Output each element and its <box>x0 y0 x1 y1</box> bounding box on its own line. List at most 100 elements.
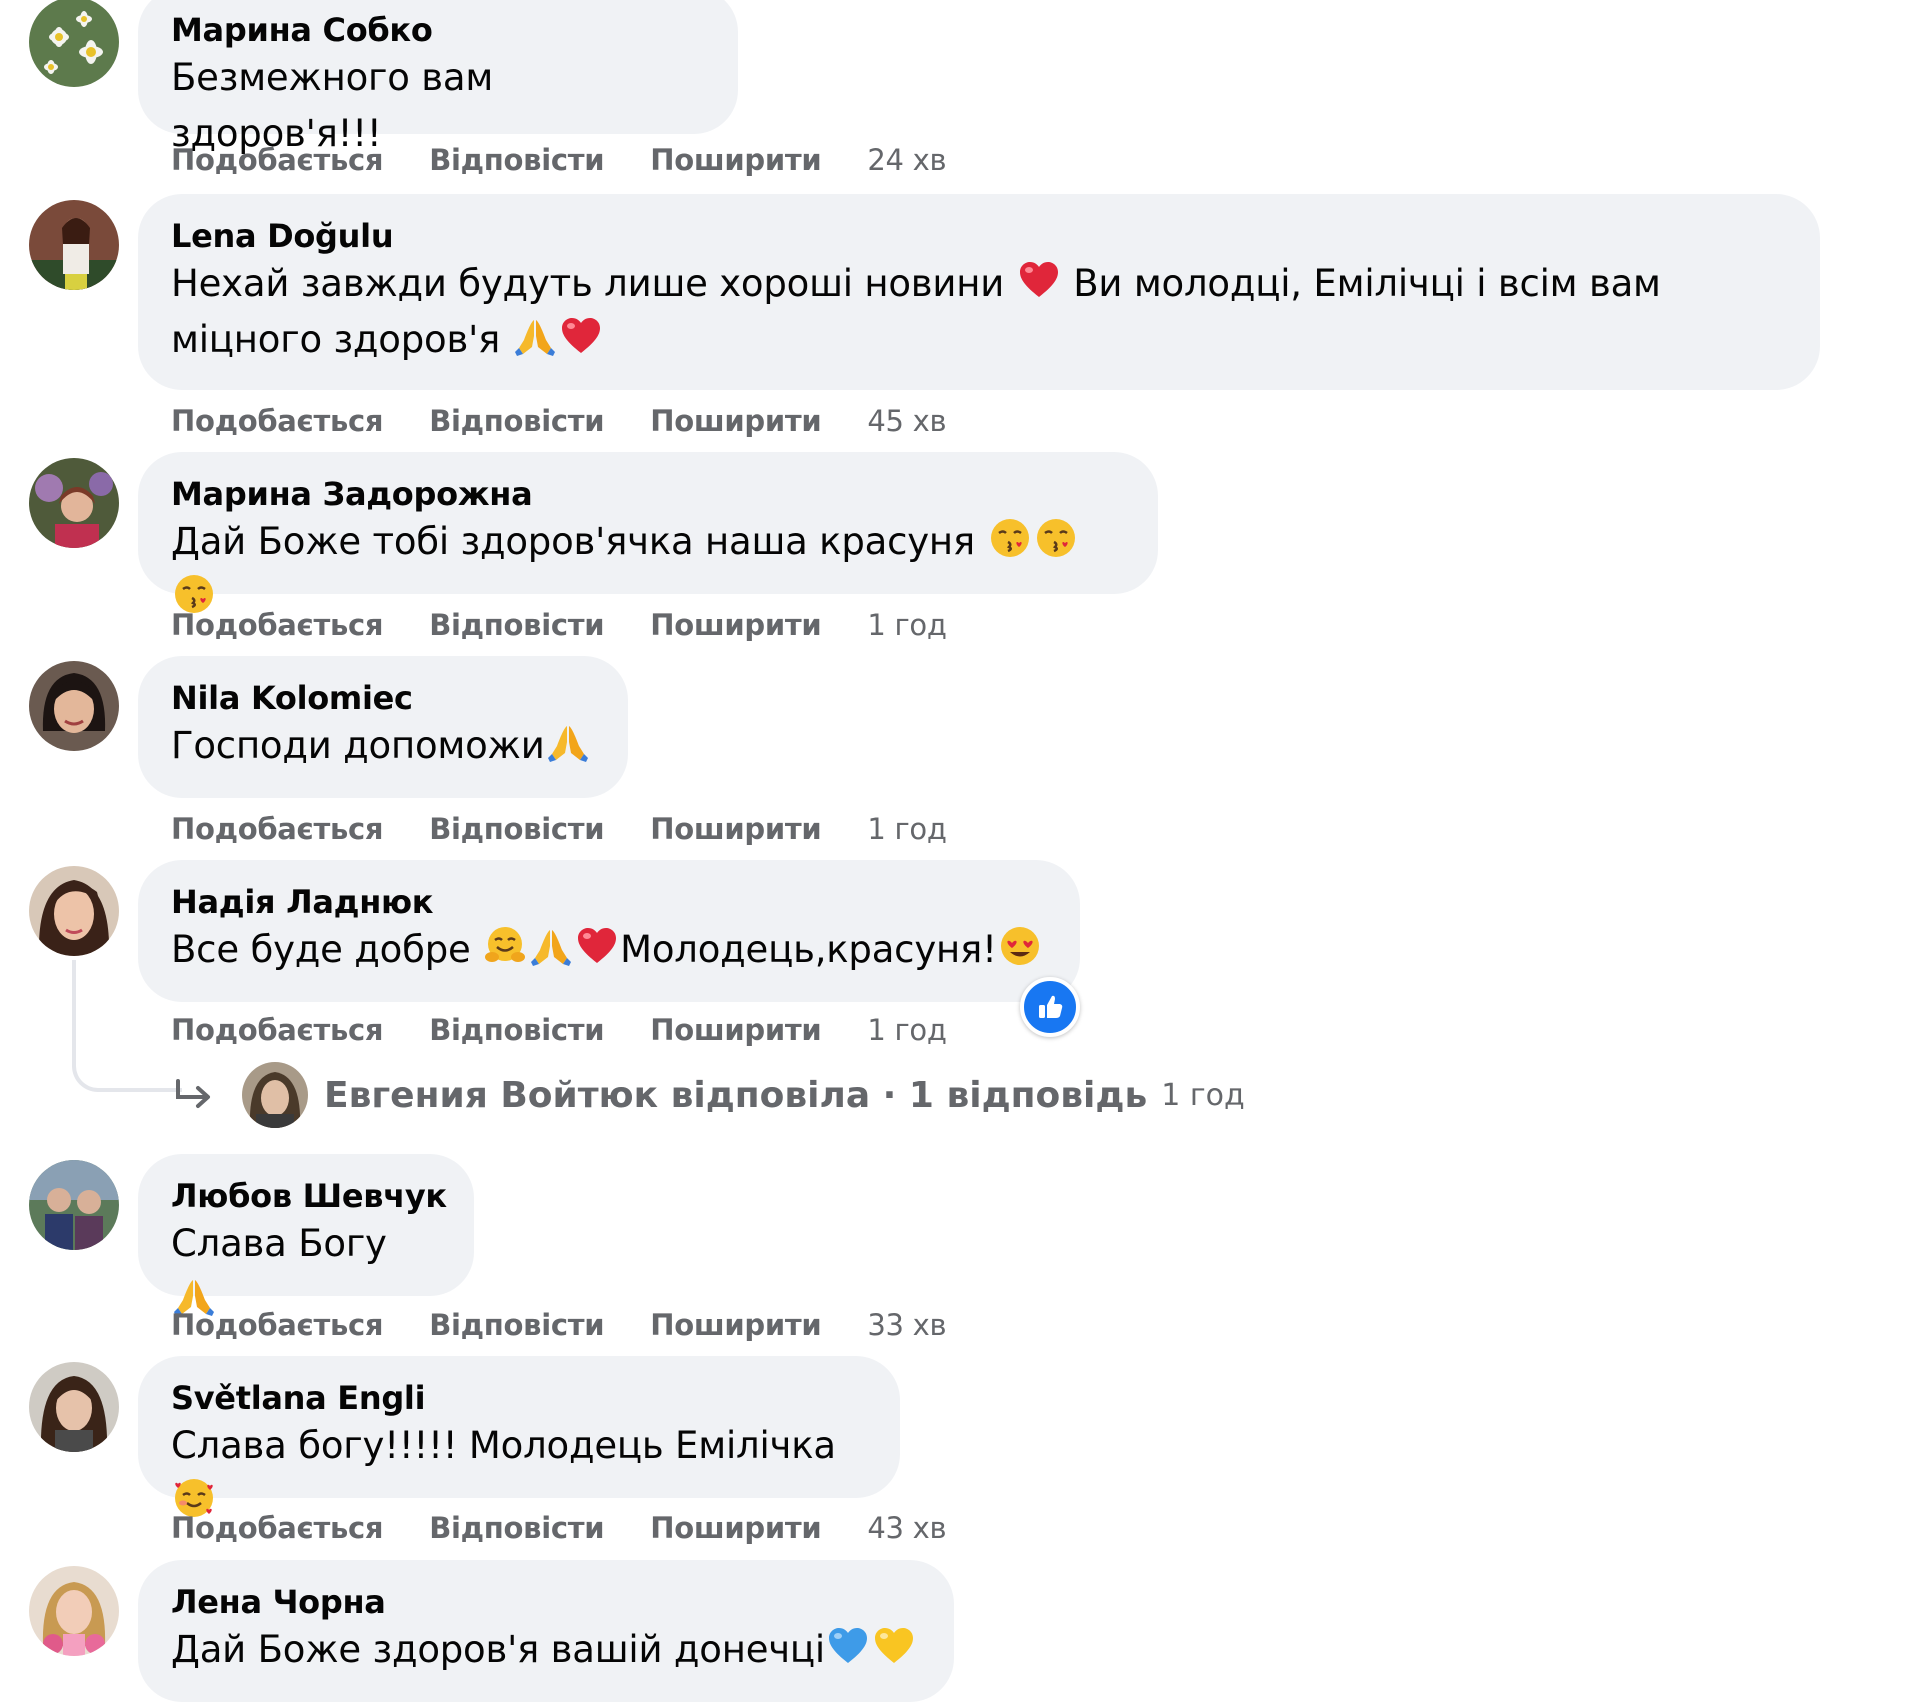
person-photo-avatar <box>29 1566 119 1656</box>
comment-text-part: Слава Богу <box>171 1222 387 1265</box>
person-photo-avatar <box>29 866 119 956</box>
comment-author[interactable]: Лена Чорна <box>171 1582 920 1622</box>
red-heart-emoji-icon <box>575 924 619 968</box>
view-replies-link[interactable]: Евгения Войтюк відповіла · 1 відповідь 1… <box>172 1062 1245 1128</box>
avatar[interactable] <box>29 1160 119 1250</box>
comment-author[interactable]: Světlana Engli <box>171 1378 866 1418</box>
comment-time[interactable]: 1 год <box>867 608 947 642</box>
hugging-face-emoji-icon <box>483 924 527 968</box>
comment-actions: Подобається Відповісти Поширити 1 год <box>171 1013 947 1047</box>
comment-author[interactable]: Любов Шевчук <box>171 1176 447 1216</box>
comment-actions: Подобається Відповісти Поширити 1 год <box>171 812 947 846</box>
avatar[interactable] <box>29 866 119 956</box>
comment-text-part: Нехай завжди будуть лише хороші новини <box>171 262 1005 305</box>
share-button[interactable]: Поширити <box>650 1511 821 1545</box>
comment-bubble: Марина Задорожна Дай Боже тобі здоров'яч… <box>138 452 1158 594</box>
comment-text: Дай Боже здоров'я вашій донечці <box>171 1622 920 1678</box>
like-button[interactable]: Подобається <box>171 1013 384 1047</box>
comment-author[interactable]: Nila Kolomiec <box>171 678 594 718</box>
reply-button[interactable]: Відповісти <box>429 608 604 642</box>
person-photo-avatar <box>29 661 119 751</box>
person-photo-avatar <box>242 1062 308 1128</box>
thumbs-up-icon <box>1039 995 1063 1018</box>
comment-text: Господи допоможи <box>171 718 594 774</box>
comment-actions: Подобається Відповісти Поширити 33 хв <box>171 1308 947 1342</box>
heart-eyes-emoji-icon <box>998 924 1042 968</box>
comment-text-part: Ви молодці, Емілічці і всім вам <box>1073 262 1661 305</box>
like-button[interactable]: Подобається <box>171 608 384 642</box>
blue-heart-emoji-icon <box>826 1624 870 1668</box>
reply-time[interactable]: 1 год <box>1161 1078 1244 1113</box>
like-button[interactable]: Подобається <box>171 404 384 438</box>
comment-time[interactable]: 1 год <box>867 812 947 846</box>
comment-text-part: Слава богу!!!!! Молодець Емілічка <box>171 1424 836 1467</box>
comment-actions: Подобається Відповісти Поширити 24 хв <box>171 143 947 177</box>
comment-text-part: Молодець,красуня! <box>620 928 997 971</box>
reply-button[interactable]: Відповісти <box>429 1308 604 1342</box>
comment-bubble: Надія Ладнюк Все буде добре Молодець,кра… <box>138 860 1080 1002</box>
person-photo-avatar <box>29 200 119 290</box>
praying-hands-emoji-icon <box>513 314 557 358</box>
avatar[interactable] <box>29 458 119 548</box>
like-reaction-badge[interactable] <box>1020 977 1080 1037</box>
comment-bubble: Světlana Engli Слава богу!!!!! Молодець … <box>138 1356 900 1498</box>
reply-button[interactable]: Відповісти <box>429 1511 604 1545</box>
comment-text-part: міцного здоров'я <box>171 318 501 361</box>
avatar[interactable] <box>29 1362 119 1452</box>
comment-author[interactable]: Марина Задорожна <box>171 474 1124 514</box>
comment-time[interactable]: 33 хв <box>867 1308 946 1342</box>
comment-author[interactable]: Lena Doğulu <box>171 216 1786 256</box>
reply-button[interactable]: Відповісти <box>429 1013 604 1047</box>
comment-time[interactable]: 24 хв <box>867 143 946 177</box>
share-button[interactable]: Поширити <box>650 404 821 438</box>
praying-hands-emoji-icon <box>529 924 573 968</box>
reply-button[interactable]: Відповісти <box>429 812 604 846</box>
share-button[interactable]: Поширити <box>650 1013 821 1047</box>
comment-time[interactable]: 45 хв <box>867 404 946 438</box>
like-button[interactable]: Подобається <box>171 812 384 846</box>
comment-text-part: Дай Боже здоров'я вашій донечці <box>171 1628 826 1671</box>
share-button[interactable]: Поширити <box>650 812 821 846</box>
share-button[interactable]: Поширити <box>650 143 821 177</box>
comment-bubble: Лена Чорна Дай Боже здоров'я вашій донеч… <box>138 1560 954 1702</box>
like-button[interactable]: Подобається <box>171 1308 384 1342</box>
reply-avatar[interactable] <box>242 1062 308 1128</box>
person-photo-avatar <box>29 1362 119 1452</box>
reply-button[interactable]: Відповісти <box>429 404 604 438</box>
comment-author[interactable]: Марина Собко <box>171 10 704 50</box>
comment-bubble: Lena Doğulu Нехай завжди будуть лише хор… <box>138 194 1820 390</box>
person-photo-avatar <box>29 458 119 548</box>
red-heart-emoji-icon <box>559 314 603 358</box>
reply-arrow-icon <box>176 1079 210 1108</box>
share-button[interactable]: Поширити <box>650 608 821 642</box>
avatar[interactable] <box>29 200 119 290</box>
person-photo-avatar <box>29 1160 119 1250</box>
comment-actions: Подобається Відповісти Поширити 43 хв <box>171 1511 947 1545</box>
avatar[interactable] <box>29 661 119 751</box>
reply-summary[interactable]: Евгения Войтюк відповіла · 1 відповідь <box>324 1075 1147 1116</box>
face-blowing-kiss-emoji-icon <box>988 516 1032 560</box>
like-button[interactable]: Подобається <box>171 143 384 177</box>
comment-text: Все буде добре Молодець,красуня! <box>171 922 1046 978</box>
share-button[interactable]: Поширити <box>650 1308 821 1342</box>
avatar[interactable] <box>29 1566 119 1656</box>
comment-bubble: Марина Собко Безмежного вам здоров'я!!! <box>138 0 738 155</box>
yellow-heart-emoji-icon <box>872 1624 916 1668</box>
comment-text-part: Все буде добре <box>171 928 471 971</box>
praying-hands-emoji-icon <box>546 720 590 764</box>
comment-actions: Подобається Відповісти Поширити 1 год <box>171 608 947 642</box>
comment-text: Нехай завжди будуть лише хороші новини В… <box>171 256 1786 368</box>
comment-time[interactable]: 1 год <box>867 1013 947 1047</box>
comment-text-part: Дай Боже тобі здоров'ячка наша красуня <box>171 520 975 563</box>
comment-bubble: Nila Kolomiec Господи допоможи <box>138 656 628 798</box>
red-heart-emoji-icon <box>1017 258 1061 302</box>
comment-author[interactable]: Надія Ладнюк <box>171 882 1046 922</box>
daisy-flowers-avatar <box>29 0 119 87</box>
like-button[interactable]: Подобається <box>171 1511 384 1545</box>
comment-bubble: Любов Шевчук Слава Богу <box>138 1154 474 1296</box>
avatar[interactable] <box>29 0 119 87</box>
face-blowing-kiss-emoji-icon <box>1034 516 1078 560</box>
comment-actions: Подобається Відповісти Поширити 45 хв <box>171 404 947 438</box>
comment-time[interactable]: 43 хв <box>867 1511 946 1545</box>
reply-button[interactable]: Відповісти <box>429 143 604 177</box>
